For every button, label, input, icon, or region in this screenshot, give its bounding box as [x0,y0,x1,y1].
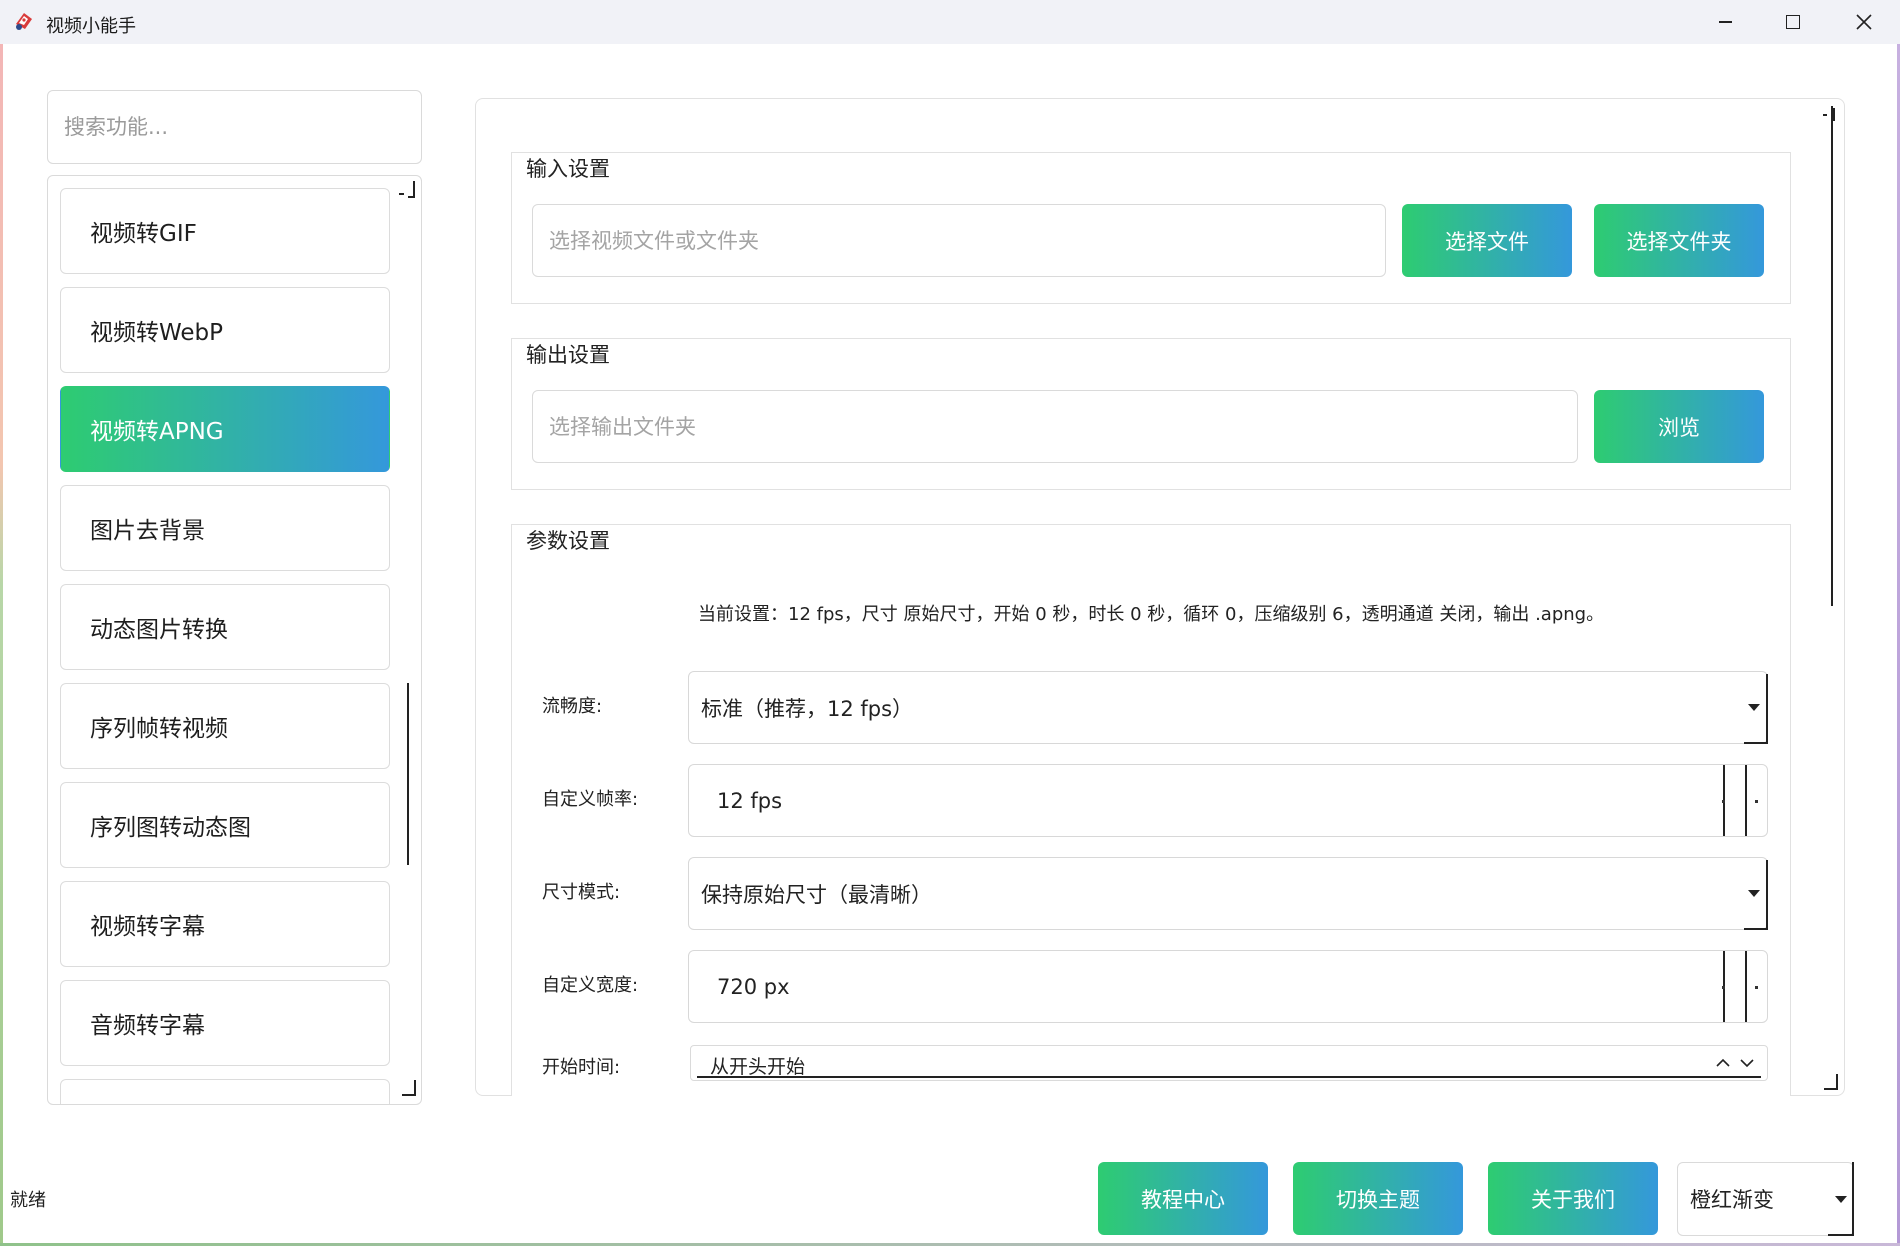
select-file-button[interactable]: 选择文件 [1402,204,1572,277]
main-scroll-up-handle[interactable] [1822,106,1836,121]
sidebar-scrollbar[interactable] [407,683,410,865]
sidebar-item-label: 视频转APNG [90,419,224,445]
size-mode-label: 尺寸模式: [542,882,621,903]
smoothness-value: 标准（推荐，12 fps） [701,696,914,721]
start-time-value: 从开头开始 [710,1056,806,1078]
input-settings-title: 输入设置 [526,157,610,181]
sidebar-item-label: 序列帧转视频 [90,716,228,742]
width-decrement-button[interactable] [1746,951,1770,1022]
maximize-button[interactable] [1758,0,1828,44]
sidebar-scroll-up-handle[interactable] [398,180,416,198]
custom-width-label: 自定义宽度: [542,975,639,996]
param-settings-title: 参数设置 [526,529,610,553]
output-settings-title: 输出设置 [526,343,610,367]
switch-theme-button[interactable]: 切换主题 [1293,1162,1463,1235]
size-mode-value: 保持原始尺寸（最清晰） [701,882,932,907]
custom-width-spinbox[interactable]: 720 px [688,950,1768,1023]
start-time-label: 开始时间: [542,1057,621,1078]
theme-select[interactable]: 橙红渐变 [1677,1162,1854,1236]
chevron-down-icon[interactable] [1739,1057,1755,1069]
search-input[interactable] [47,90,422,164]
title-bar [0,0,1900,44]
sidebar-item-sequence-to-animated[interactable]: 序列图转动态图 [60,782,390,868]
custom-fps-spinbox[interactable]: 12 fps [688,764,1768,837]
chevron-down-icon [1835,1196,1847,1203]
minimize-icon [1718,21,1732,23]
sidebar-item-image-remove-bg[interactable]: 图片去背景 [60,485,390,571]
arrow-down-icon [1755,986,1758,989]
start-time-underline [697,1076,1761,1078]
smoothness-select[interactable]: 标准（推荐，12 fps） [688,671,1768,744]
sidebar-item-label: 图片去背景 [90,518,205,544]
fps-increment-button[interactable] [1722,765,1748,836]
sidebar-item-animated-image-convert[interactable]: 动态图片转换 [60,584,390,670]
custom-fps-value: 12 fps [717,788,783,813]
app-logo-icon [13,10,35,32]
custom-fps-label: 自定义帧率: [542,789,639,810]
sidebar-item-frames-to-video[interactable]: 序列帧转视频 [60,683,390,769]
main-scrollbar[interactable] [1831,106,1835,606]
sidebar-scroll-down-handle[interactable] [402,1080,416,1096]
sidebar-item-label: 视频转字幕 [90,914,205,940]
sidebar-item-label: 序列图转动态图 [90,815,251,841]
sidebar-item-audio-to-subtitle[interactable]: 音频转字幕 [60,980,390,1066]
start-time-field[interactable]: 从开头开始 [690,1045,1768,1081]
sidebar-item-video-to-subtitle[interactable]: 视频转字幕 [60,881,390,967]
tutorial-center-button[interactable]: 教程中心 [1098,1162,1268,1235]
maximize-icon [1786,15,1800,29]
select-folder-button[interactable]: 选择文件夹 [1594,204,1764,277]
about-us-button[interactable]: 关于我们 [1488,1162,1658,1235]
arrow-down-icon [1755,800,1758,803]
output-folder-field[interactable] [532,390,1578,463]
sidebar-item-video-to-webp[interactable]: 视频转WebP [60,287,390,373]
sidebar-item-label: 音频转字幕 [90,1013,205,1039]
width-increment-button[interactable] [1722,951,1748,1022]
window-edge-left [0,44,3,1246]
fps-decrement-button[interactable] [1746,765,1770,836]
arrow-up-icon [1722,986,1725,989]
size-mode-select[interactable]: 保持原始尺寸（最清晰） [688,857,1768,930]
feature-list: 视频转GIF 视频转WebP 视频转APNG 图片去背景 动态图片转换 序列帧转… [47,175,422,1105]
sidebar-item-partial[interactable] [60,1079,390,1104]
window-title: 视频小能手 [46,16,136,37]
sidebar-item-video-to-gif[interactable]: 视频转GIF [60,188,390,274]
close-icon [1856,14,1872,30]
minimize-button[interactable] [1690,0,1760,44]
sidebar-item-video-to-apng[interactable]: 视频转APNG [60,386,390,472]
arrow-up-icon [1722,800,1725,803]
theme-select-value: 橙红渐变 [1690,1188,1774,1212]
status-text: 就绪 [10,1190,46,1211]
input-path-field[interactable] [532,204,1386,277]
chevron-down-icon [1748,704,1760,711]
close-button[interactable] [1829,0,1899,44]
main-scroll-down-handle[interactable] [1824,1074,1838,1090]
browse-button[interactable]: 浏览 [1594,390,1764,463]
chevron-up-icon[interactable] [1715,1057,1731,1069]
chevron-down-icon [1748,890,1760,897]
smoothness-label: 流畅度: [542,696,603,717]
sidebar-item-label: 视频转GIF [90,221,197,247]
custom-width-value: 720 px [717,974,790,999]
current-settings-summary: 当前设置：12 fps，尺寸 原始尺寸，开始 0 秒，时长 0 秒，循环 0，压… [698,604,1605,625]
sidebar-item-label: 动态图片转换 [90,617,228,643]
sidebar-item-label: 视频转WebP [90,320,224,346]
